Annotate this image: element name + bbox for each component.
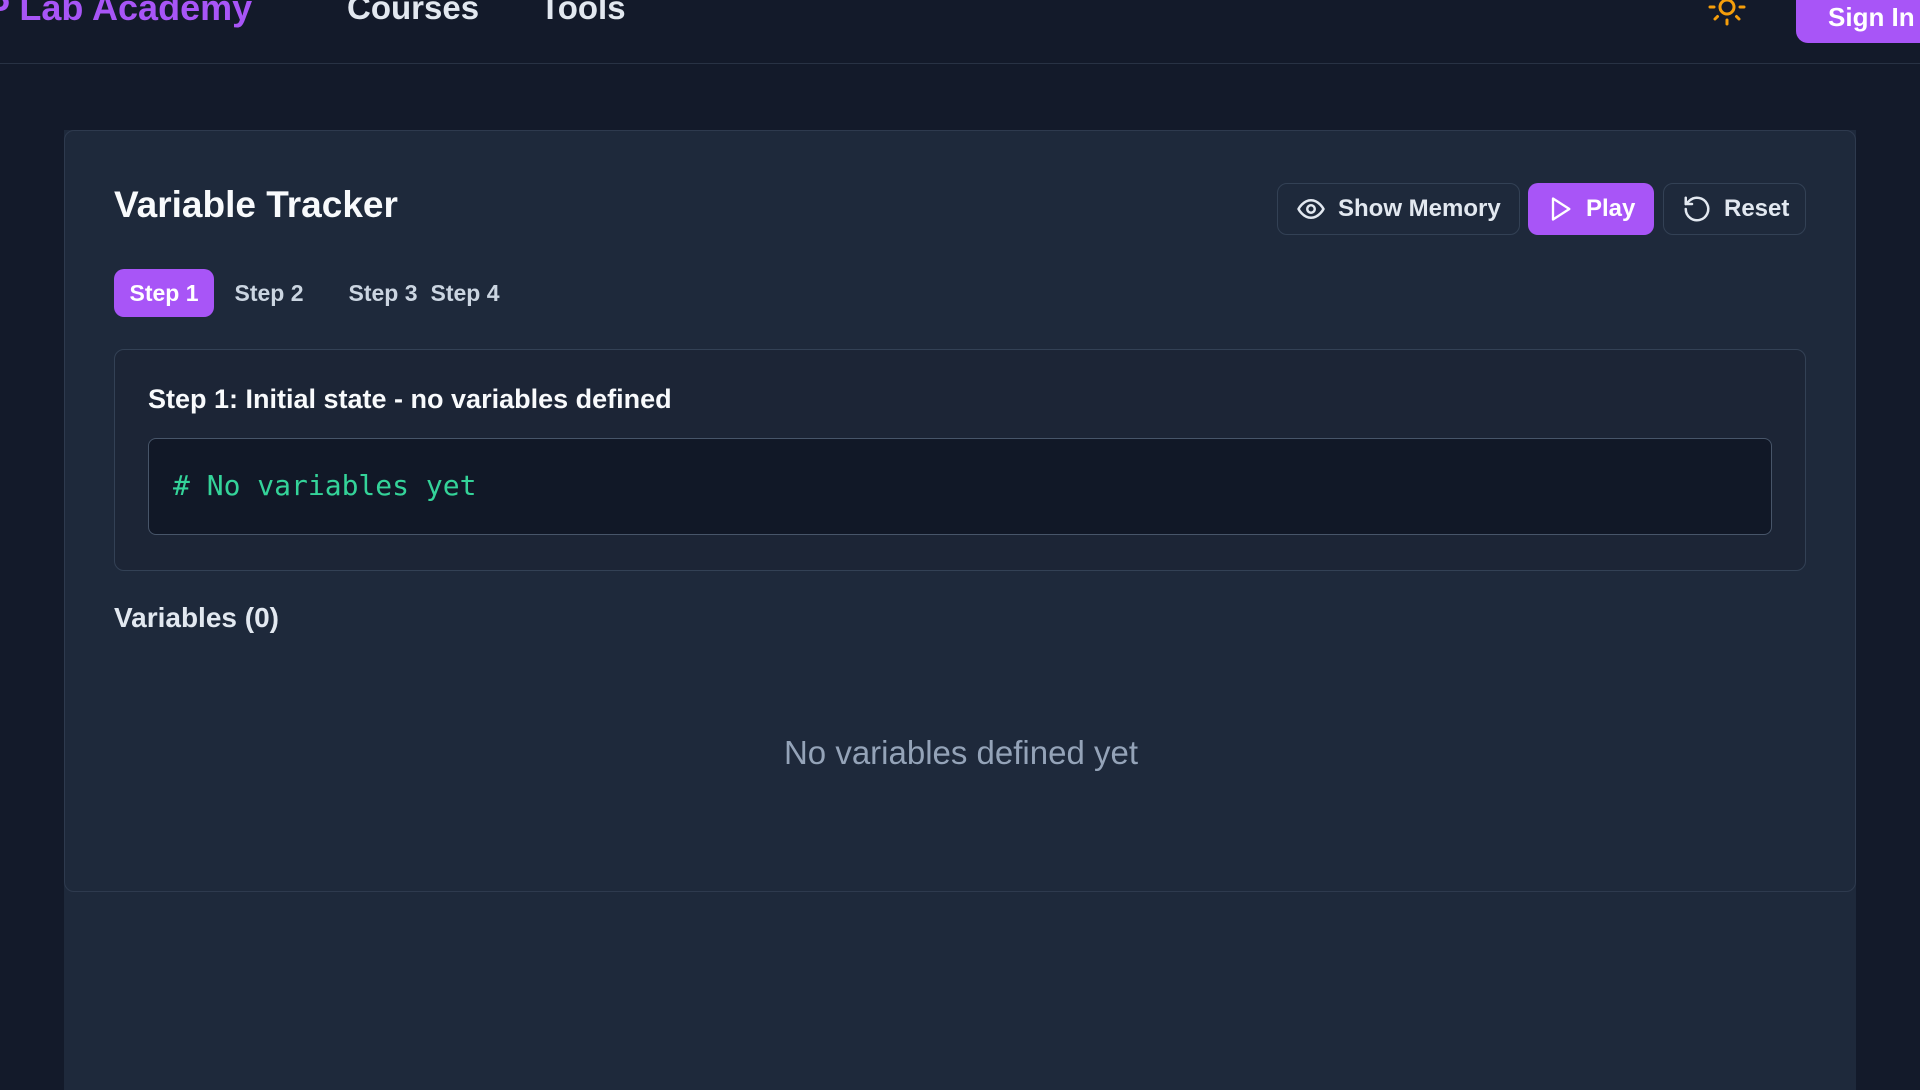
reset-label: Reset [1724,195,1790,222]
tracker-title: Variable Tracker [114,184,398,225]
show-memory-label: Show Memory [1338,195,1501,222]
code-block: # No variables yet [148,438,1772,535]
play-label: Play [1586,195,1636,222]
sign-in-button[interactable]: Sign In [1796,0,1920,43]
tab-step-4[interactable]: Step 4 [415,269,515,317]
reset-icon [1684,196,1710,222]
nav-courses-link[interactable]: Courses [347,0,479,28]
top-navbar: P Lab Academy Courses Tools Sign In [0,0,1920,64]
variable-tracker-card: Variable Tracker Show Memory Play Reset … [64,130,1856,892]
tab-step-2[interactable]: Step 2 [219,269,319,317]
brand-logo-text[interactable]: P Lab Academy [0,0,252,28]
step-detail-panel: Step 1: Initial state - no variables def… [114,349,1806,571]
reset-button[interactable]: Reset [1663,183,1806,235]
variables-heading: Variables (0) [114,602,279,633]
theme-toggle-button[interactable] [1700,0,1754,34]
play-icon [1551,197,1571,221]
play-button[interactable]: Play [1528,183,1654,235]
nav-tools-link[interactable]: Tools [540,0,626,28]
code-line: # No variables yet [173,469,477,502]
empty-variables-message: No variables defined yet [783,734,1139,771]
eye-icon [1297,199,1325,219]
sun-icon [1708,0,1746,26]
step-description: Step 1: Initial state - no variables def… [148,384,672,414]
show-memory-button[interactable]: Show Memory [1277,183,1520,235]
tab-step-1[interactable]: Step 1 [114,269,214,317]
